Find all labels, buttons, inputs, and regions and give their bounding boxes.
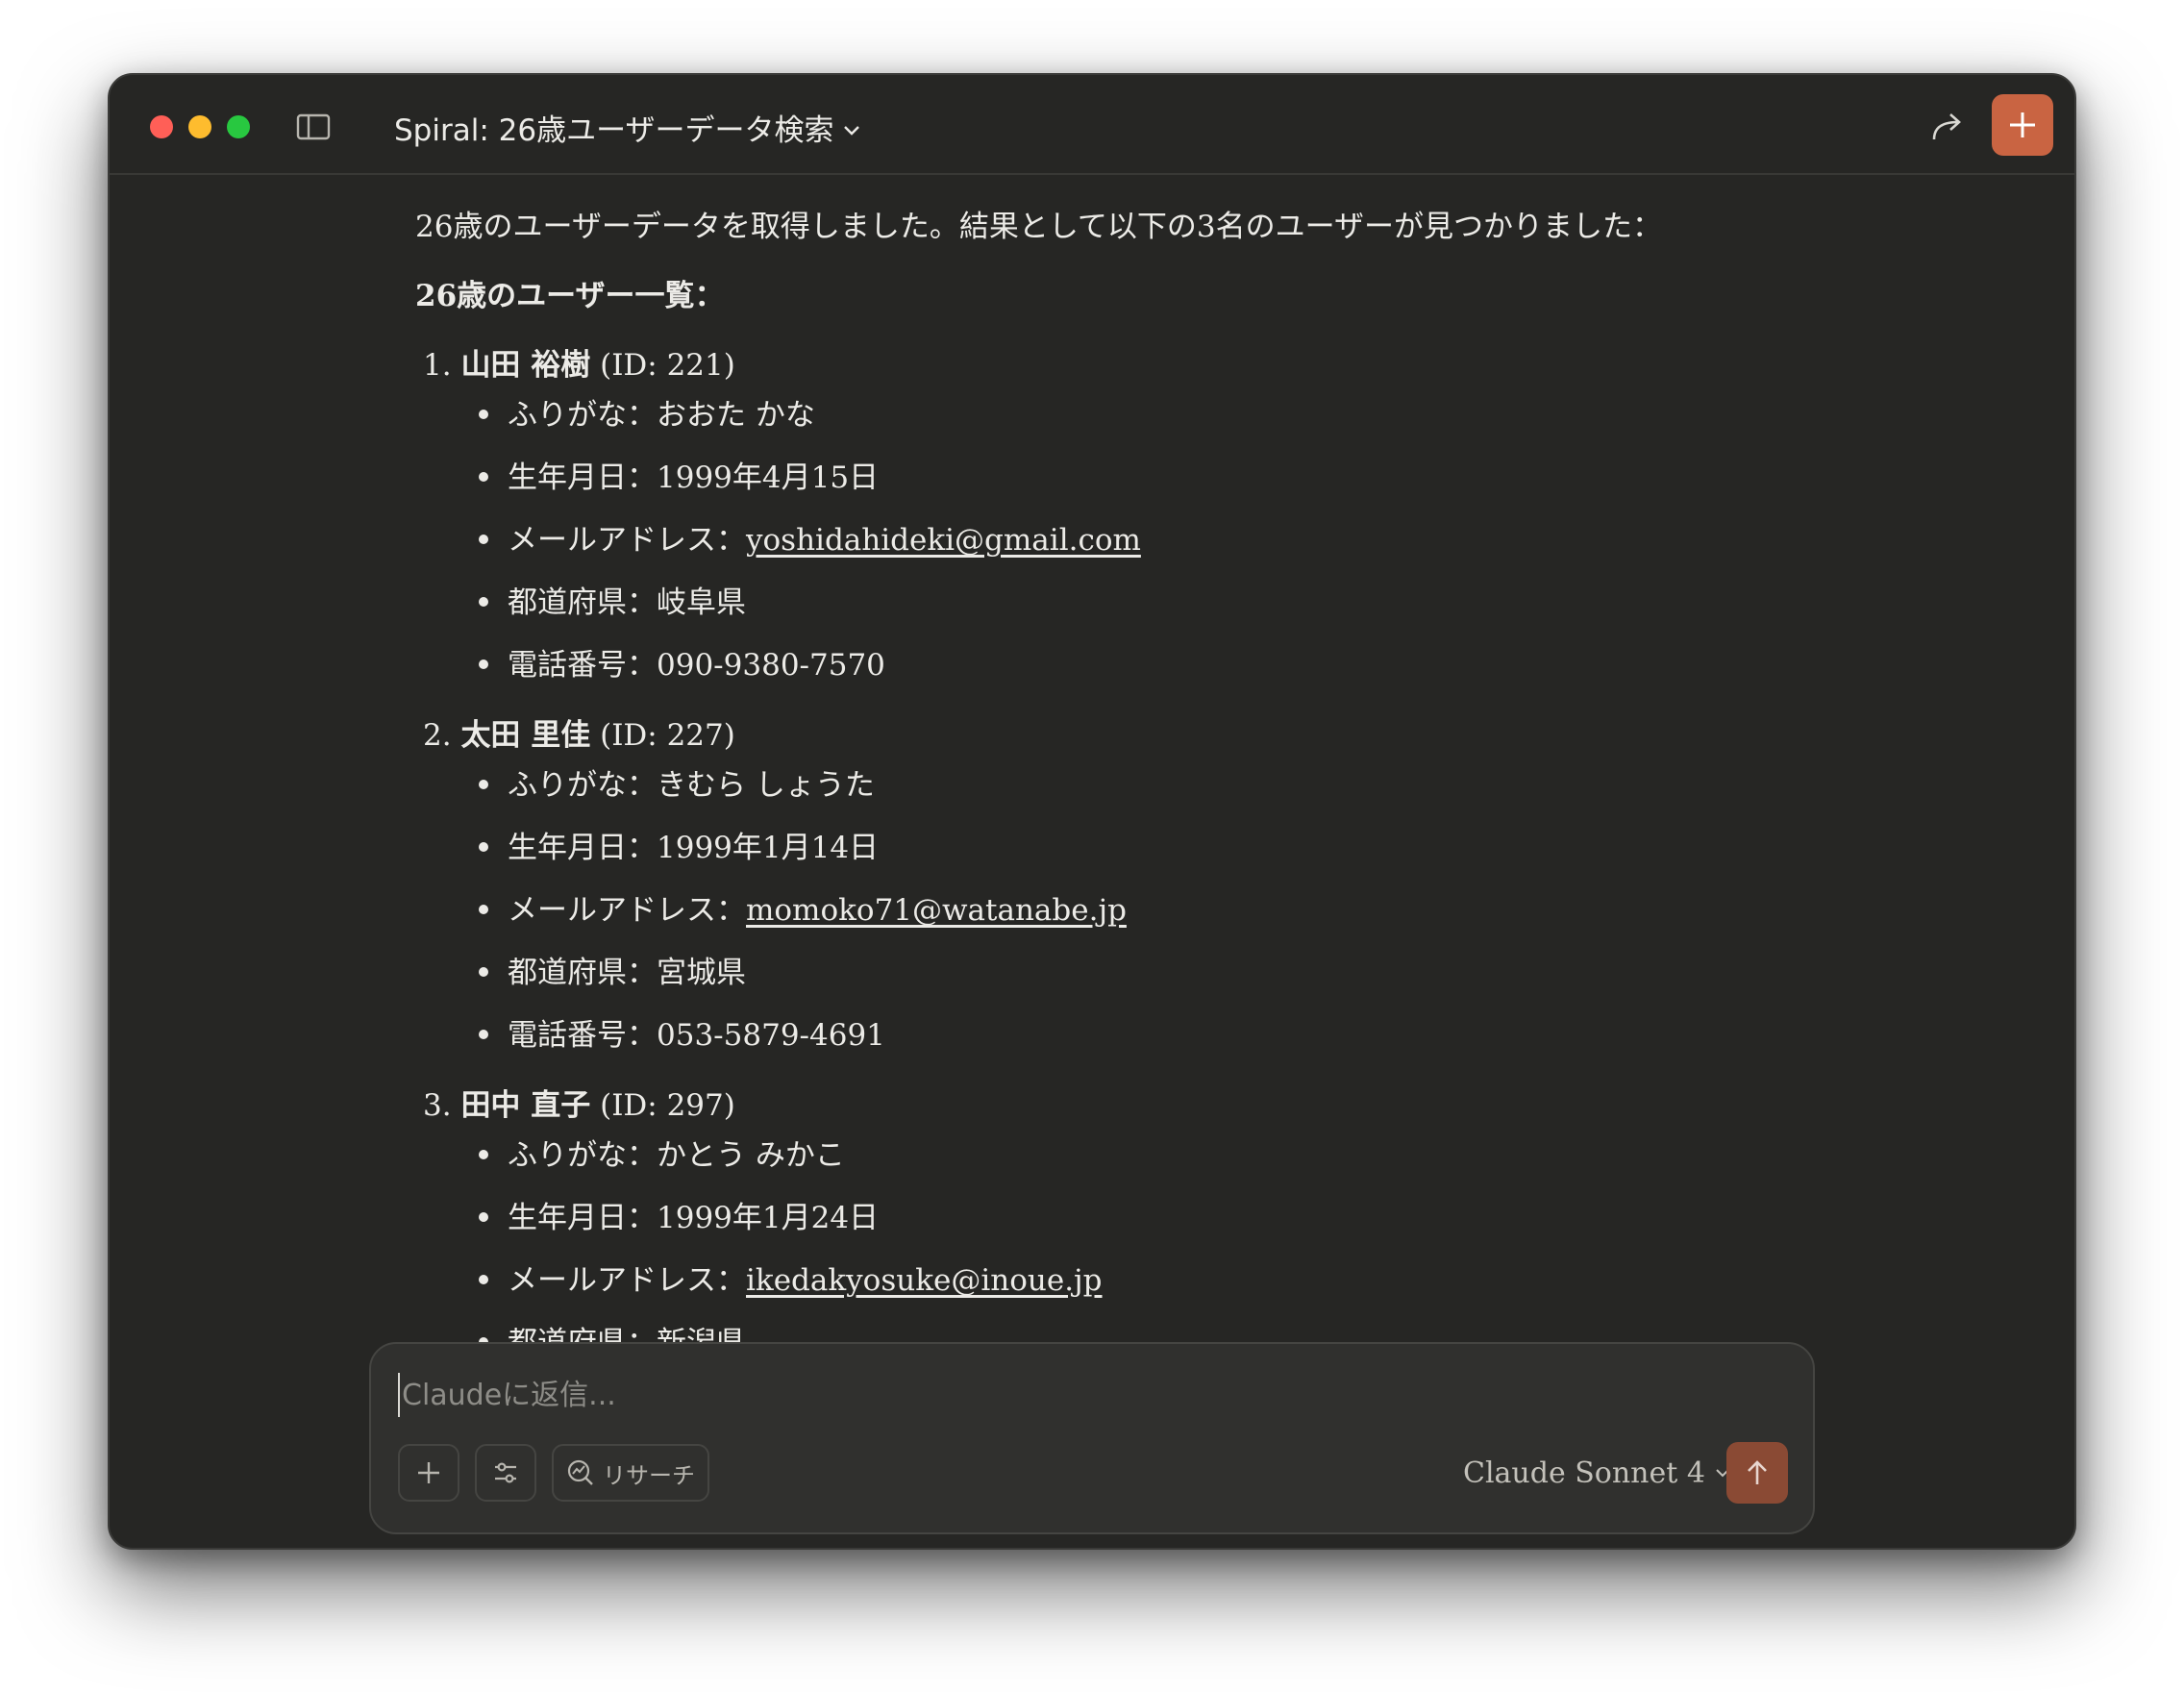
user-entry-title: 2. 太田 里佳 (ID: 227) bbox=[423, 710, 735, 754]
list-number: 1. bbox=[423, 348, 452, 383]
user-name: 山田 裕樹 bbox=[460, 348, 591, 383]
plus-icon bbox=[2010, 112, 2035, 137]
phone-field: 電話番号：053-5879-4691 bbox=[479, 1010, 885, 1054]
list-number: 2. bbox=[423, 718, 452, 753]
prefecture-value: 岐阜県 bbox=[657, 585, 746, 620]
bullet bbox=[479, 779, 488, 789]
bullet bbox=[479, 904, 488, 914]
furigana-field: ふりがな：きむら しょうた bbox=[479, 760, 875, 804]
furigana-value: かとう みかこ bbox=[657, 1138, 845, 1173]
conversation-title-button[interactable]: Spiral: 26歳ユーザーデータ検索 bbox=[394, 102, 860, 152]
composer: リサーチ Claude Sonnet 4 bbox=[369, 1342, 1815, 1534]
user-entry-title: 1. 山田 裕樹 (ID: 221) bbox=[423, 340, 735, 384]
message-content: 26歳のユーザーデータを取得しました。結果として以下の3名のユーザーが見つかりま… bbox=[415, 175, 1761, 1415]
sidebar-toggle-icon[interactable] bbox=[296, 112, 331, 142]
furigana-value: おおた かな bbox=[657, 398, 815, 433]
email-field: メールアドレス：ikedakyosuke@inoue.jp bbox=[479, 1256, 1103, 1299]
bullet bbox=[479, 1149, 488, 1159]
bullet bbox=[479, 659, 488, 669]
bullet bbox=[479, 534, 488, 544]
add-attachment-button[interactable] bbox=[398, 1444, 459, 1502]
conversation-title: Spiral: 26歳ユーザーデータ検索 bbox=[394, 112, 834, 148]
bullet bbox=[479, 471, 488, 482]
user-id: (ID: 221) bbox=[600, 348, 735, 383]
share-button[interactable] bbox=[1926, 106, 1969, 148]
title-bar: Spiral: 26歳ユーザーデータ検索 bbox=[110, 75, 2074, 175]
birthdate-field: 生年月日：1999年4月15日 bbox=[479, 453, 879, 496]
user-list-heading: 26歳のユーザー一覧： bbox=[415, 279, 725, 313]
send-button[interactable] bbox=[1726, 1442, 1788, 1504]
arrow-up-icon bbox=[1748, 1460, 1767, 1484]
chevron-down-icon bbox=[843, 110, 860, 144]
minimize-window-button[interactable] bbox=[188, 115, 211, 138]
tools-button[interactable] bbox=[475, 1444, 536, 1502]
email-link[interactable]: momoko71@watanabe.jp bbox=[746, 893, 1127, 928]
phone-field: 電話番号：090-9380-7570 bbox=[479, 640, 885, 684]
email-link[interactable]: yoshidahideki@gmail.com bbox=[746, 523, 1141, 558]
model-selector[interactable]: Claude Sonnet 4 bbox=[1463, 1454, 1730, 1492]
plus-icon bbox=[418, 1462, 439, 1483]
prefecture-field: 都道府県：宮城県 bbox=[479, 948, 746, 991]
prefecture-field: 都道府県：岐阜県 bbox=[479, 578, 746, 621]
sliders-icon bbox=[495, 1462, 516, 1483]
bullet bbox=[479, 1274, 488, 1284]
bullet bbox=[479, 1211, 488, 1222]
prefecture-value: 宮城県 bbox=[657, 956, 746, 990]
birthdate-value: 1999年1月24日 bbox=[657, 1201, 880, 1235]
app-window: Spiral: 26歳ユーザーデータ検索 26歳のユーザーデータを取得しました。… bbox=[108, 73, 2076, 1550]
furigana-field: ふりがな：かとう みかこ bbox=[479, 1131, 845, 1174]
model-label: Claude Sonnet 4 bbox=[1463, 1456, 1705, 1490]
phone-value: 090-9380-7570 bbox=[657, 648, 885, 683]
bullet bbox=[479, 1029, 488, 1039]
user-entry-title: 3. 田中 直子 (ID: 297) bbox=[423, 1081, 735, 1124]
user-name: 太田 里佳 bbox=[460, 718, 591, 753]
furigana-field: ふりがな：おおた かな bbox=[479, 390, 815, 434]
user-name: 田中 直子 bbox=[460, 1088, 591, 1123]
maximize-window-button[interactable] bbox=[227, 115, 250, 138]
research-icon bbox=[567, 1459, 593, 1485]
bullet bbox=[479, 841, 488, 852]
bullet bbox=[479, 409, 488, 419]
email-field: メールアドレス：yoshidahideki@gmail.com bbox=[479, 515, 1141, 559]
new-chat-button[interactable] bbox=[1992, 94, 2053, 156]
user-id: (ID: 227) bbox=[600, 718, 735, 753]
reply-input[interactable] bbox=[398, 1373, 1557, 1417]
birthdate-value: 1999年4月15日 bbox=[657, 460, 880, 495]
bullet bbox=[479, 596, 488, 607]
birthdate-field: 生年月日：1999年1月24日 bbox=[479, 1193, 879, 1236]
user-id: (ID: 297) bbox=[600, 1088, 735, 1123]
close-window-button[interactable] bbox=[150, 115, 173, 138]
furigana-value: きむら しょうた bbox=[657, 768, 875, 803]
email-link[interactable]: ikedakyosuke@inoue.jp bbox=[746, 1263, 1103, 1298]
share-icon bbox=[1932, 113, 1961, 140]
birthdate-field: 生年月日：1999年1月14日 bbox=[479, 823, 879, 866]
birthdate-value: 1999年1月14日 bbox=[657, 831, 880, 865]
list-number: 3. bbox=[423, 1088, 452, 1123]
phone-value: 053-5879-4691 bbox=[657, 1018, 885, 1053]
research-button[interactable]: リサーチ bbox=[552, 1444, 709, 1502]
intro-text: 26歳のユーザーデータを取得しました。結果として以下の3名のユーザーが見つかりま… bbox=[415, 210, 1662, 244]
bullet bbox=[479, 966, 488, 977]
email-field: メールアドレス：momoko71@watanabe.jp bbox=[479, 885, 1127, 929]
research-label: リサーチ bbox=[603, 1461, 695, 1489]
